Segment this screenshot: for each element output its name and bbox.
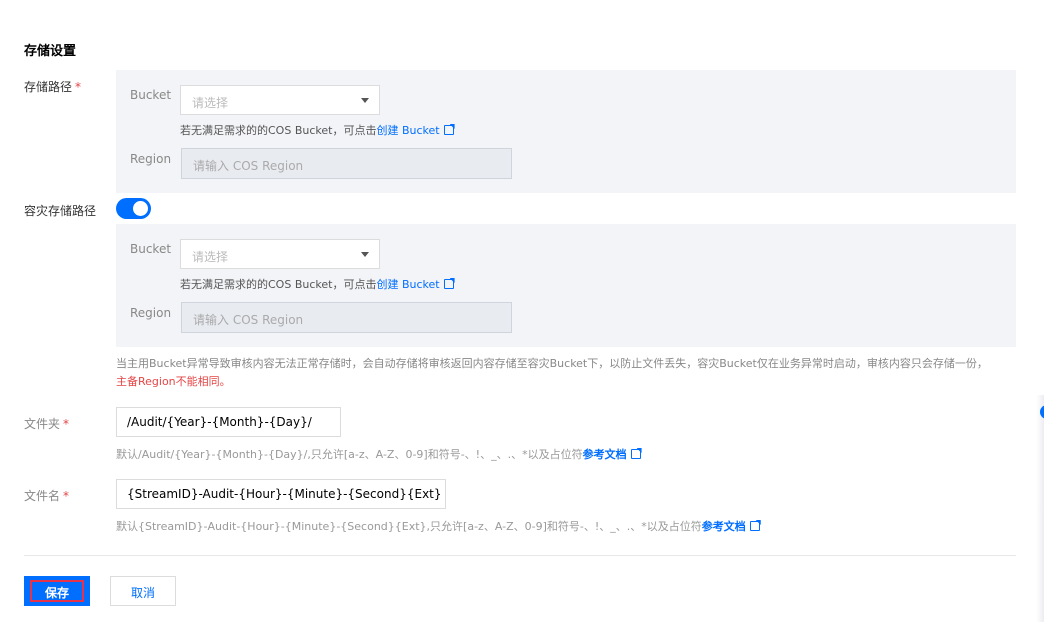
chevron-down-icon: [361, 98, 369, 103]
bucket-label: Bucket: [130, 88, 172, 102]
storage-path-label: 存储路径 *: [24, 80, 82, 94]
filename-doc-link[interactable]: 参考文档: [702, 520, 760, 533]
dr-region-input-placeholder: 请输入 COS Region: [193, 313, 304, 327]
required-mark: *: [63, 489, 70, 503]
right-edge-shadow: [1036, 395, 1044, 622]
divider: [24, 555, 1016, 556]
save-button-label: 保存: [44, 586, 69, 600]
region-input[interactable]: 请输入 COS Region: [181, 148, 512, 179]
required-mark: *: [63, 417, 70, 431]
dr-region-label: Region: [130, 306, 172, 320]
external-link-icon: [443, 279, 454, 289]
dr-note: 当主用Bucket异常导致审核内容无法正常存储时，会自动存储将审核返回内容存储至…: [116, 357, 988, 388]
filename-hint: 默认{StreamID}-Audit-{Hour}-{Minute}-{Seco…: [116, 518, 760, 534]
dr-region-input[interactable]: 请输入 COS Region: [181, 302, 512, 333]
dr-storage-path-label: 容灾存储路径: [24, 204, 97, 218]
toggle-knob: [133, 201, 148, 216]
required-mark: *: [75, 80, 82, 94]
region-input-placeholder: 请输入 COS Region: [193, 159, 304, 173]
bucket-hint: 若无满足需求的的COS Bucket，可点击创建 Bucket: [180, 122, 454, 138]
folder-doc-link[interactable]: 参考文档: [583, 448, 641, 461]
bucket-select[interactable]: 请选择: [180, 85, 380, 115]
folder-label: 文件夹 *: [24, 417, 70, 431]
section-title: 存储设置: [24, 44, 77, 59]
chevron-down-icon: [361, 252, 369, 257]
save-button[interactable]: 保存: [24, 576, 90, 606]
create-bucket-link[interactable]: 创建 Bucket: [376, 124, 454, 137]
dr-bucket-label: Bucket: [130, 242, 172, 256]
filename-input-value: {StreamID}-Audit-{Hour}-{Minute}-{Second…: [127, 487, 442, 501]
folder-hint: 默认/Audit/{Year}-{Month}-{Day}/,只允许[a-z、A…: [116, 446, 641, 462]
filename-input[interactable]: {StreamID}-Audit-{Hour}-{Minute}-{Second…: [116, 479, 446, 509]
dr-bucket-select[interactable]: 请选择: [180, 239, 380, 269]
external-link-icon: [443, 125, 454, 135]
folder-input-value: /Audit/{Year}-{Month}-{Day}/: [127, 415, 312, 429]
dr-bucket-hint: 若无满足需求的的COS Bucket，可点击创建 Bucket: [180, 276, 454, 292]
cancel-button[interactable]: 取消: [110, 576, 176, 606]
dr-create-bucket-link[interactable]: 创建 Bucket: [376, 278, 454, 291]
dr-bucket-select-placeholder: 请选择: [192, 250, 229, 264]
region-label: Region: [130, 152, 172, 166]
cancel-button-label: 取消: [130, 586, 155, 600]
dr-storage-toggle[interactable]: [116, 198, 151, 219]
external-link-icon: [630, 449, 641, 459]
storage-path-panel: Bucket 请选择 若无满足需求的的COS Bucket，可点击创建 Buck…: [116, 70, 1016, 193]
dr-storage-path-panel: Bucket 请选择 若无满足需求的的COS Bucket，可点击创建 Buck…: [116, 224, 1016, 347]
external-link-icon: [749, 521, 760, 531]
folder-input[interactable]: /Audit/{Year}-{Month}-{Day}/: [116, 407, 341, 437]
bucket-select-placeholder: 请选择: [192, 96, 229, 110]
dr-note-warning: 主备Region不能相同。: [116, 375, 231, 388]
filename-label: 文件名 *: [24, 489, 70, 503]
